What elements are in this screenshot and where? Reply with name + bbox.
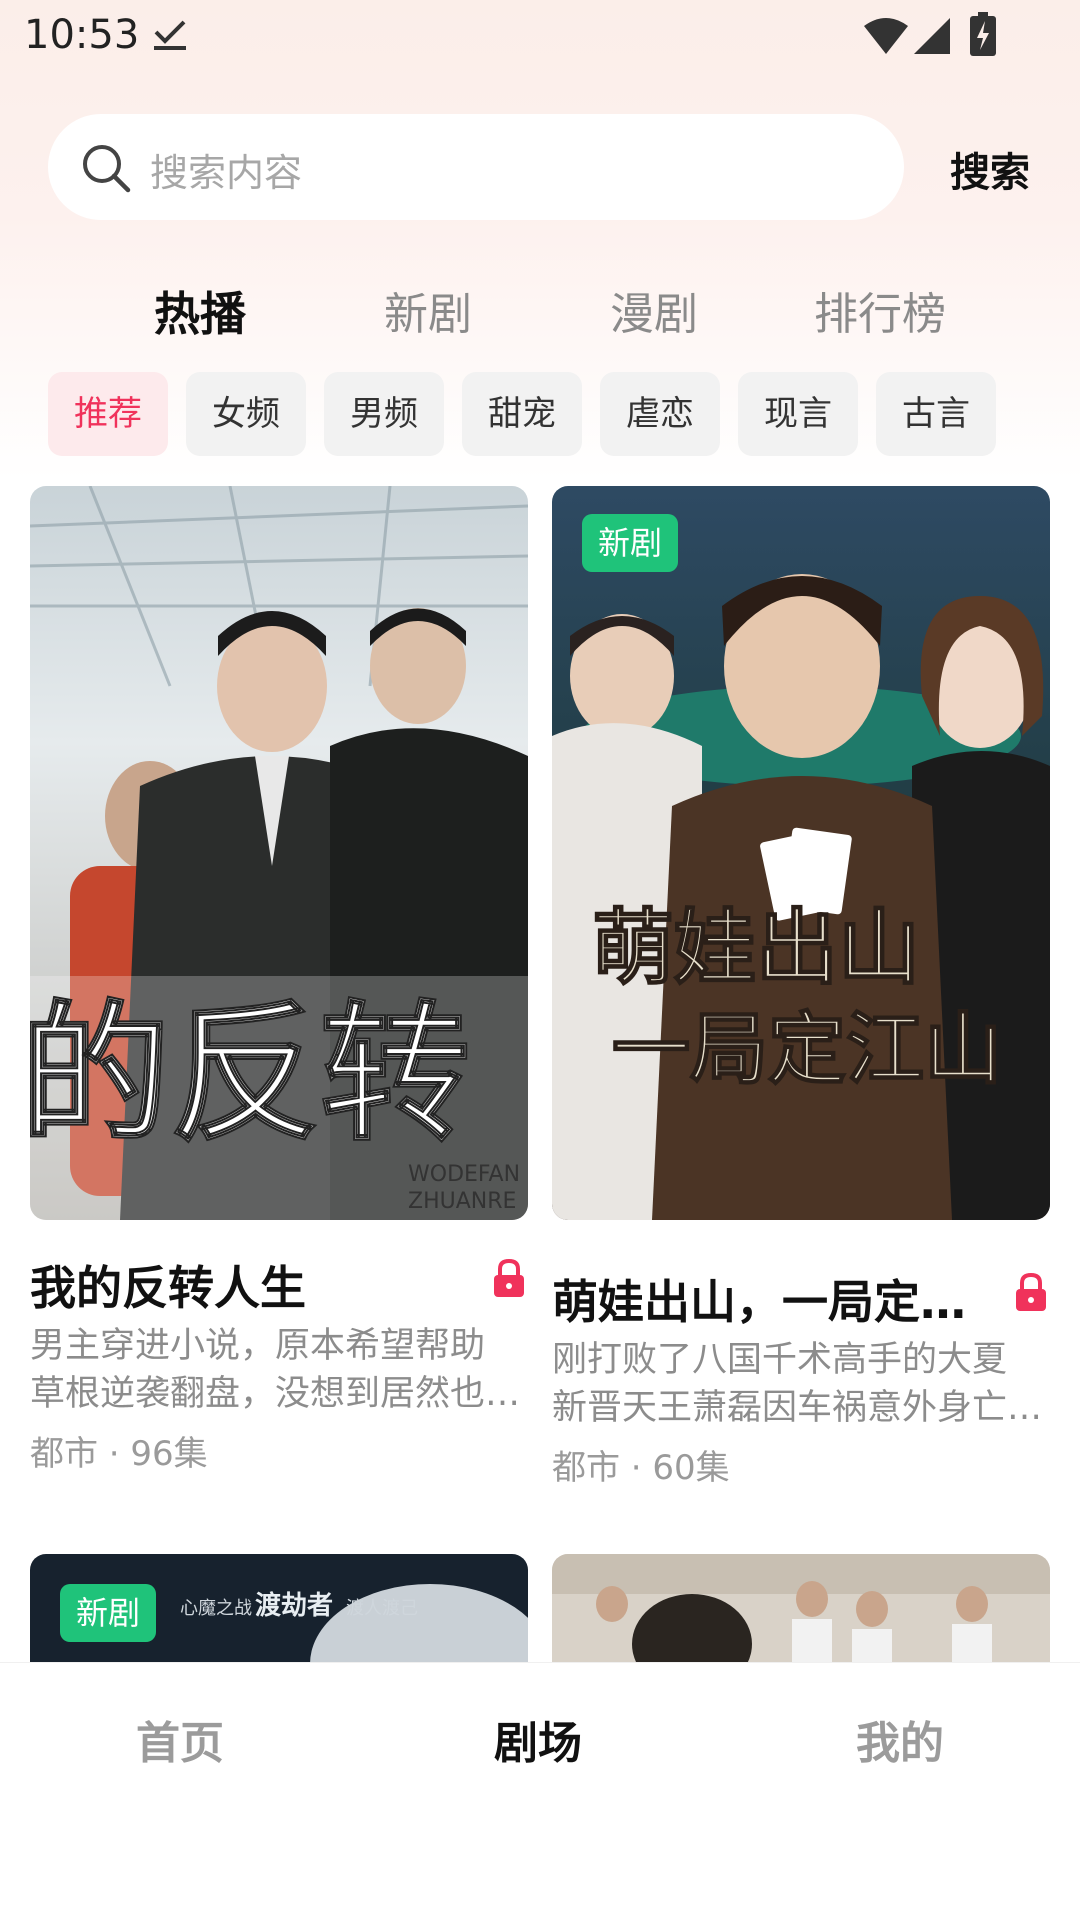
poster-image (552, 1554, 1050, 1664)
chip-modern[interactable]: 现言 (738, 372, 858, 456)
download-done-icon (154, 20, 186, 50)
new-badge: 新剧 (582, 514, 678, 572)
search-icon (83, 145, 131, 193)
wifi-icon (864, 18, 908, 54)
search-input[interactable]: 搜索内容 (48, 114, 904, 220)
chip-sweet[interactable]: 甜宠 (462, 372, 582, 456)
tab-new[interactable]: 新剧 (384, 278, 472, 342)
battery-charging-icon (970, 12, 996, 56)
signal-icon (914, 18, 950, 54)
drama-card[interactable]: 萌娃出山 一局定江山 新剧 萌娃出山，一局定… 刚打败了八国千术高手的大夏 新晋… (552, 486, 1050, 1490)
drama-poster[interactable] (552, 1554, 1050, 1664)
drama-title: 萌娃出山，一局定… (552, 1275, 966, 1329)
drama-poster[interactable]: 心魔之战 渡劫者 渡人渡己 新剧 (30, 1554, 528, 1664)
poster-title-text: 萌娃出山 (592, 901, 920, 996)
poster-image: 的反转 WODEFAN ZHUANRE (30, 486, 528, 1220)
svg-text:ZHUANRE: ZHUANRE (408, 1189, 516, 1214)
svg-text:渡劫者: 渡劫者 (255, 1590, 333, 1621)
svg-text:WODEFAN: WODEFAN (408, 1162, 520, 1187)
drama-card[interactable]: 的反转 WODEFAN ZHUANRE 我的反转人生 男主穿进小说，原本希望帮助… (30, 486, 528, 1476)
search-button[interactable]: 搜索 (950, 140, 1030, 198)
svg-text:心魔之战: 心魔之战 (180, 1598, 252, 1619)
drama-description: 刚打败了八国千术高手的大夏 新晋天王萧磊因车祸意外身亡… (552, 1340, 1043, 1428)
new-badge: 新剧 (60, 1584, 156, 1642)
nav-home[interactable]: 首页 (136, 1707, 224, 1771)
bottom-navigation: 首页 剧场 我的 (0, 1662, 1080, 1920)
nav-theater[interactable]: 剧场 (494, 1707, 582, 1771)
drama-meta: 都市 · 60集 (552, 1448, 730, 1488)
chip-angst[interactable]: 虐恋 (600, 372, 720, 456)
drama-meta: 都市 · 96集 (30, 1434, 208, 1474)
drama-poster[interactable]: 萌娃出山 一局定江山 新剧 (552, 486, 1050, 1220)
status-bar: 10:53 (0, 0, 1080, 80)
lock-icon (1016, 1272, 1046, 1311)
tab-hot[interactable]: 热播 (154, 278, 246, 344)
chip-ancient[interactable]: 古言 (876, 372, 996, 456)
chip-male[interactable]: 男频 (324, 372, 444, 456)
drama-title: 我的反转人生 (30, 1261, 306, 1315)
chip-recommend[interactable]: 推荐 (48, 372, 168, 456)
lock-icon (494, 1258, 524, 1297)
status-time: 10:53 (24, 12, 140, 58)
poster-subtitle-text: 一局定江山 (612, 1005, 1002, 1095)
tab-comic[interactable]: 漫剧 (610, 278, 698, 342)
search-placeholder: 搜索内容 (150, 151, 303, 195)
svg-text:渡人渡己: 渡人渡己 (346, 1598, 418, 1619)
nav-mine[interactable]: 我的 (856, 1707, 944, 1771)
drama-poster[interactable]: 的反转 WODEFAN ZHUANRE (30, 486, 528, 1220)
chip-female[interactable]: 女频 (186, 372, 306, 456)
tab-ranking[interactable]: 排行榜 (814, 278, 946, 342)
poster-image: 萌娃出山 一局定江山 (552, 486, 1050, 1220)
drama-description: 男主穿进小说，原本希望帮助 草根逆袭翻盘，没想到居然也… (30, 1326, 521, 1414)
poster-title-text: 的反转 (30, 988, 470, 1162)
